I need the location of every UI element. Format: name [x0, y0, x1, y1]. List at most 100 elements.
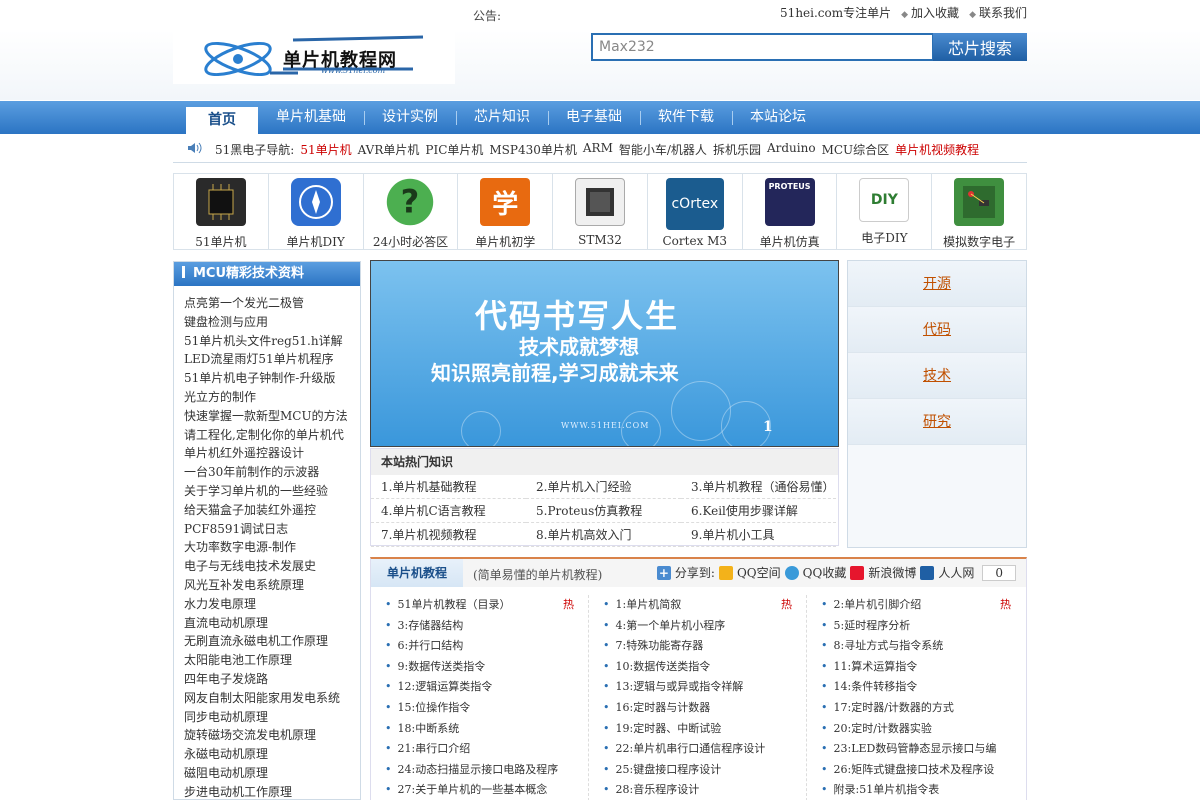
technology-button[interactable]: 技术 [848, 353, 1026, 399]
list-item[interactable]: 12:逻辑运算类指令 [385, 677, 578, 698]
article-link[interactable]: 51单片机电子钟制作-升级版 [184, 371, 335, 385]
tutorial-link[interactable]: 1:单片机简叙 [616, 598, 682, 611]
article-link[interactable]: 电子与无线电技术发展史 [184, 559, 316, 573]
list-item[interactable]: 14:条件转移指令 [821, 677, 1015, 698]
list-item[interactable]: 6:并行口结构 [385, 636, 578, 657]
qq-favorite-icon[interactable] [784, 565, 799, 580]
list-item[interactable]: 18:中断系统 [385, 719, 578, 740]
chip-search-button[interactable]: 芯片搜索 [933, 33, 1027, 61]
list-item[interactable]: 25:键盘接口程序设计 [603, 760, 796, 781]
article-link[interactable]: 点亮第一个发光二极管 [184, 296, 304, 310]
list-item[interactable]: 7:特殊功能寄存器 [603, 636, 796, 657]
article-link[interactable]: 四年电子发烧路 [184, 672, 268, 686]
list-item[interactable]: 19:定时器、中断试验 [603, 719, 796, 740]
tutorial-link[interactable]: 6:并行口结构 [398, 639, 464, 652]
code-button[interactable]: 代码 [848, 307, 1026, 353]
category-electronics-diy[interactable]: DIY 电子DIY [837, 174, 933, 249]
list-item[interactable]: 11:算术运算指令 [821, 657, 1015, 678]
article-link[interactable]: 大功率数字电源-制作 [184, 540, 296, 554]
hot-link[interactable]: 7.单片机视频教程 [371, 523, 526, 547]
tutorial-link[interactable]: 26:矩阵式键盘接口技术及程序设 [834, 763, 995, 776]
article-link[interactable]: 一台30年前制作的示波器 [184, 465, 319, 479]
article-link[interactable]: PCF8591调试日志 [184, 522, 288, 536]
list-item[interactable]: 26:矩阵式键盘接口技术及程序设 [821, 760, 1015, 781]
list-item[interactable]: 关于学习单片机的一些经验 [184, 482, 360, 501]
list-item[interactable]: 16:定时器与计数器 [603, 698, 796, 719]
nav-software-download[interactable]: 软件下载 [640, 101, 732, 134]
article-link[interactable]: 旋转磁场交流发电机原理 [184, 728, 316, 742]
nav-electronics-basics[interactable]: 电子基础 [548, 101, 640, 134]
tutorial-link[interactable]: 12:逻辑运算类指令 [398, 680, 493, 693]
tutorial-link[interactable]: 7:特殊功能寄存器 [616, 639, 704, 652]
list-item[interactable]: 四年电子发烧路 [184, 670, 360, 689]
article-link[interactable]: 快速掌握一款新型MCU的方法 [184, 409, 348, 423]
slogan-link[interactable]: 51hei.com专注单片 [780, 4, 891, 21]
list-item[interactable]: 步进电动机工作原理 [184, 783, 360, 800]
list-item[interactable]: 5:延时程序分析 [821, 616, 1015, 637]
article-link[interactable]: 网友自制太阳能家用发电系统 [184, 691, 340, 705]
article-link[interactable]: 永磁电动机原理 [184, 747, 268, 761]
list-item[interactable]: 单片机红外遥控器设计 [184, 444, 360, 463]
list-item[interactable]: 3:存储器结构 [385, 616, 578, 637]
subnav-link-msp430[interactable]: MSP430单片机 [489, 141, 577, 158]
subnav-link-51mcu[interactable]: 51单片机 [300, 141, 351, 158]
list-item[interactable]: 直流电动机原理 [184, 614, 360, 633]
list-item[interactable]: 键盘检测与应用 [184, 313, 360, 332]
article-link[interactable]: 无刷直流永磁电机工作原理 [184, 634, 328, 648]
tutorial-link[interactable]: 附录:51单片机指令表 [834, 783, 940, 796]
share-qq-favorite[interactable]: QQ收藏 [803, 564, 847, 581]
list-item[interactable]: 22:单片机串行口通信程序设计 [603, 739, 796, 760]
open-source-button[interactable]: 开源 [848, 261, 1026, 307]
contact-us-link[interactable]: ◆ 联系我们 [969, 4, 1027, 21]
category-analog-digital[interactable]: 模拟数字电子 [932, 174, 1026, 249]
qzone-icon[interactable] [718, 565, 733, 580]
list-item[interactable]: 28:音乐程序设计 [603, 780, 796, 800]
nav-mcu-basics[interactable]: 单片机基础 [258, 101, 364, 134]
list-item[interactable]: 旋转磁场交流发电机原理 [184, 726, 360, 745]
tutorial-link[interactable]: 13:逻辑与或异或指令祥解 [616, 680, 744, 693]
article-link[interactable]: 键盘检测与应用 [184, 315, 268, 329]
tutorial-link[interactable]: 16:定时器与计数器 [616, 701, 711, 714]
hot-link[interactable]: 9.单片机小工具 [681, 523, 836, 547]
tutorial-link[interactable]: 28:音乐程序设计 [616, 783, 700, 796]
subnav-link-video[interactable]: 单片机视频教程 [895, 141, 979, 158]
subnav-link-avr[interactable]: AVR单片机 [358, 141, 420, 158]
tutorial-link[interactable]: 23:LED数码管静态显示接口与编 [834, 742, 997, 755]
nav-home[interactable]: 首页 [186, 107, 258, 134]
weibo-icon[interactable] [850, 565, 865, 580]
tutorial-link[interactable]: 10:数据传送类指令 [616, 660, 711, 673]
list-item[interactable]: 20:定时/计数器实验 [821, 719, 1015, 740]
category-cortex-m3[interactable]: cOrtex Cortex M3 [648, 174, 743, 249]
share-renren[interactable]: 人人网 [938, 564, 974, 581]
subnav-link-robot[interactable]: 智能小车/机器人 [619, 141, 707, 158]
list-item[interactable]: 51单片机头文件reg51.h详解 [184, 332, 360, 351]
tutorial-link[interactable]: 5:延时程序分析 [834, 619, 911, 632]
subnav-link-mcu-general[interactable]: MCU综合区 [822, 141, 890, 158]
tutorial-link[interactable]: 3:存储器结构 [398, 619, 464, 632]
category-51mcu[interactable]: 51单片机 [174, 174, 269, 249]
list-item[interactable]: 点亮第一个发光二极管 [184, 294, 360, 313]
list-item[interactable]: 15:位操作指令 [385, 698, 578, 719]
list-item[interactable]: LED流星雨灯51单片机程序 [184, 350, 360, 369]
list-item[interactable]: 附录:51单片机指令表 [821, 780, 1015, 800]
hot-link[interactable]: 6.Keil使用步骤详解 [681, 499, 836, 523]
subnav-link-arm[interactable]: ARM [583, 141, 613, 158]
slideshow-banner[interactable]: 代码书写人生 技术成就梦想 知识照亮前程,学习成就未来 WWW.51HEI.CO… [370, 260, 839, 447]
share-qzone[interactable]: QQ空间 [737, 564, 781, 581]
research-button[interactable]: 研究 [848, 399, 1026, 445]
article-link[interactable]: 51单片机头文件reg51.h详解 [184, 334, 343, 348]
list-item[interactable]: 网友自制太阳能家用发电系统 [184, 689, 360, 708]
list-item[interactable]: 4:第一个单片机小程序 [603, 616, 796, 637]
article-link[interactable]: 水力发电原理 [184, 597, 256, 611]
list-item[interactable]: 13:逻辑与或异或指令祥解 [603, 677, 796, 698]
hot-link[interactable]: 3.单片机教程（通俗易懂） [681, 475, 836, 499]
hot-link[interactable]: 5.Proteus仿真教程 [526, 499, 681, 523]
article-link[interactable]: 请工程化,定制化你的单片机代 [184, 428, 344, 442]
renren-icon[interactable] [920, 565, 935, 580]
list-item[interactable]: 同步电动机原理 [184, 708, 360, 727]
tutorial-link[interactable]: 20:定时/计数器实验 [834, 722, 932, 735]
article-link[interactable]: 太阳能电池工作原理 [184, 653, 292, 667]
tutorial-link[interactable]: 19:定时器、中断试验 [616, 722, 722, 735]
list-item[interactable]: 23:LED数码管静态显示接口与编 [821, 739, 1015, 760]
list-item[interactable]: 磁阻电动机原理 [184, 764, 360, 783]
